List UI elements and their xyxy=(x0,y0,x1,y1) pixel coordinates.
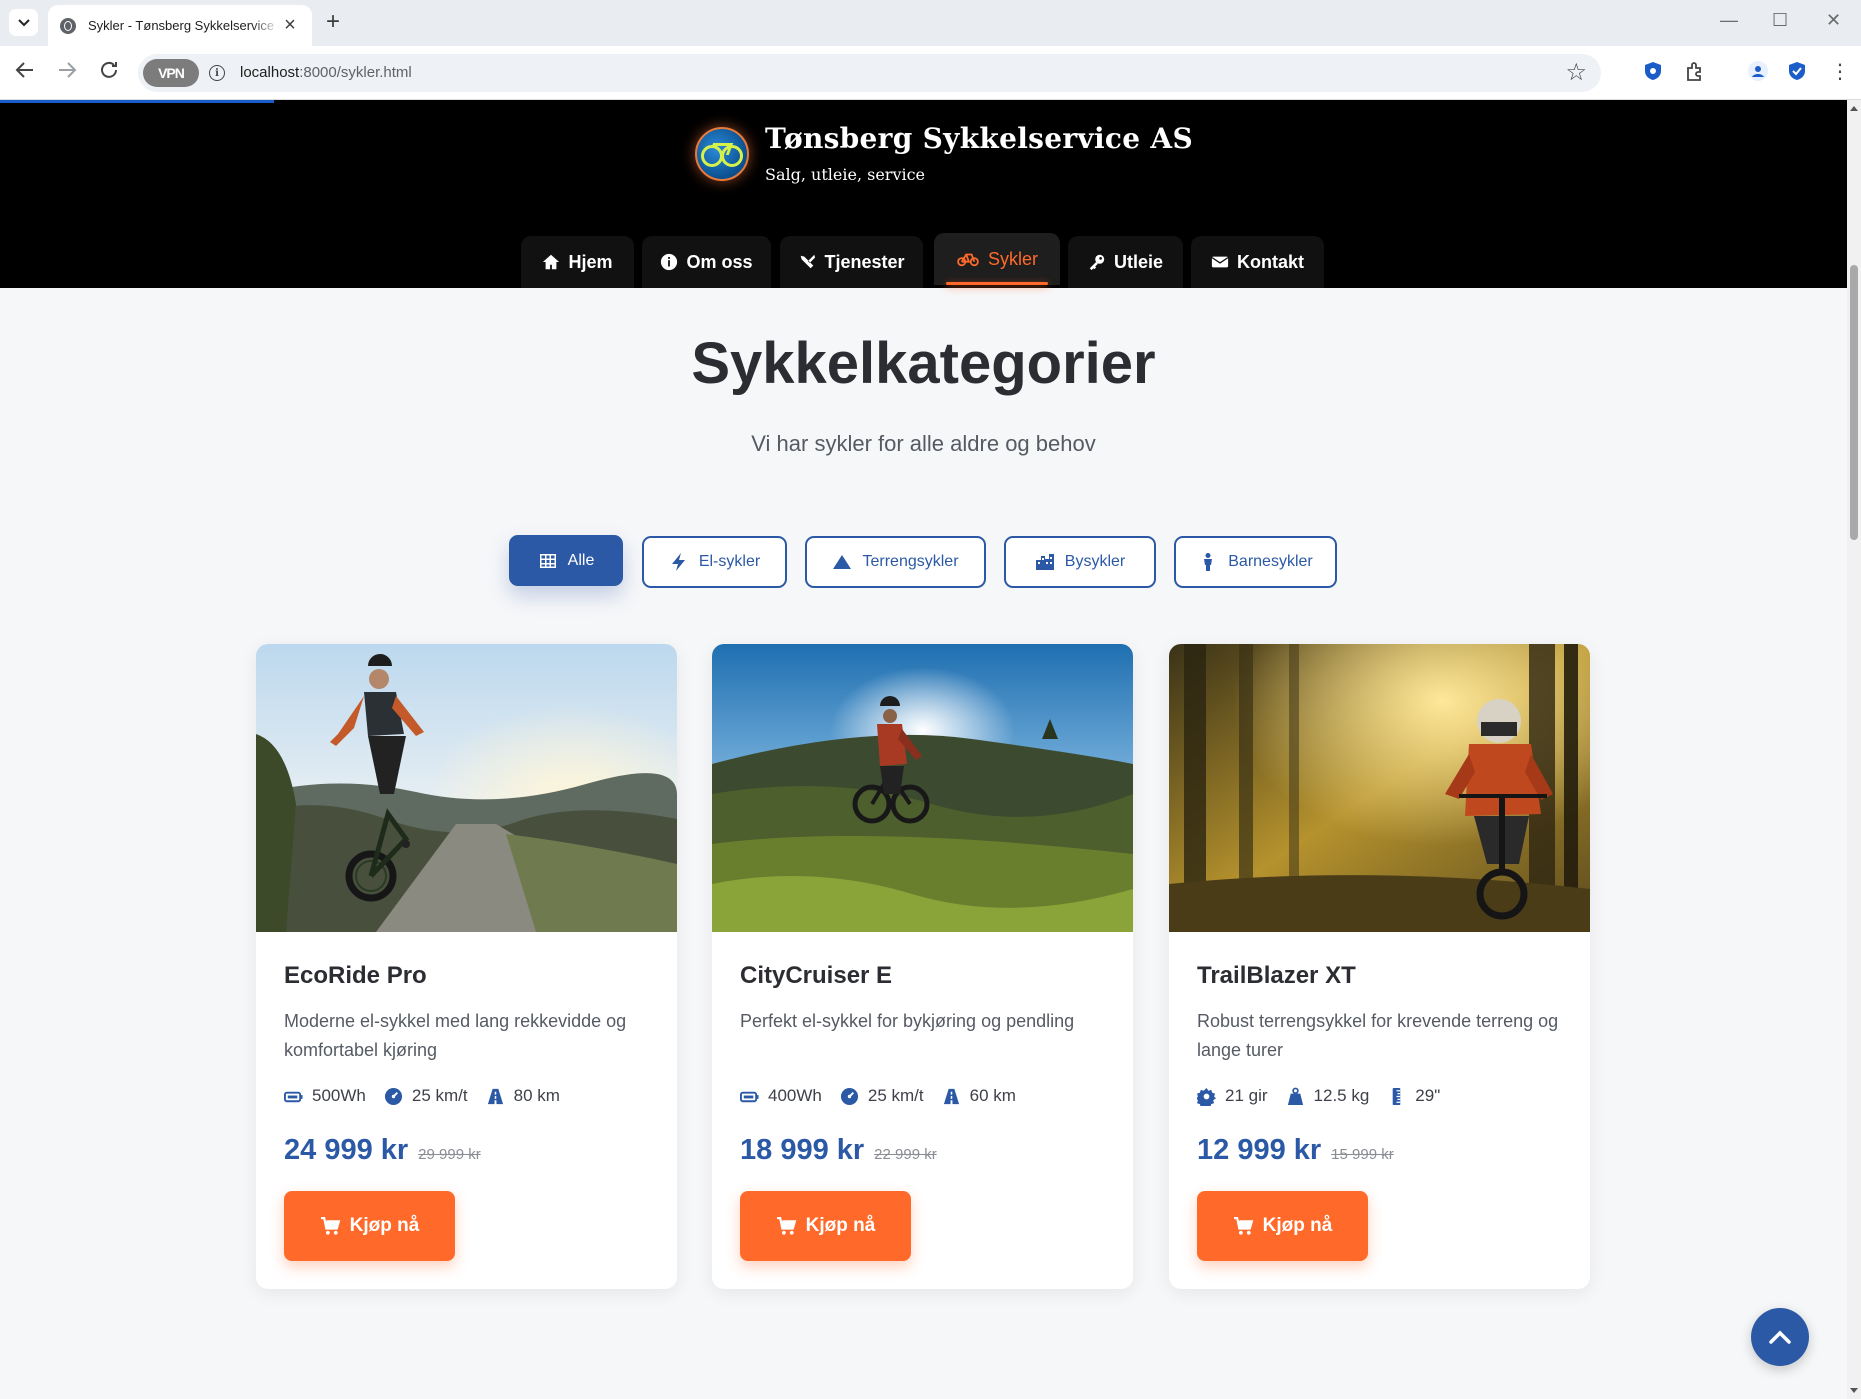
nav-sykler[interactable]: Sykler xyxy=(934,233,1060,285)
battery-icon xyxy=(740,1091,759,1102)
filter-el-sykler[interactable]: El-sykler xyxy=(642,536,787,588)
browser-tab[interactable]: Sykler - Tønsberg Sykkelservice og × xyxy=(48,5,312,46)
site-tagline: Salg, utleie, service xyxy=(765,165,926,184)
product-image-trailblazer xyxy=(1169,644,1590,932)
product-description: Moderne el-sykkel med lang rekkevidde og… xyxy=(284,1011,627,1060)
product-price: 18 999 kr 22 999 kr xyxy=(740,1134,937,1167)
maximize-icon[interactable]: ☐ xyxy=(1772,10,1788,31)
profile-icon[interactable] xyxy=(1747,60,1769,82)
gear-icon xyxy=(1197,1087,1216,1106)
browser-tab-bar: Sykler - Tønsberg Sykkelservice og × + —… xyxy=(0,0,1861,46)
scroll-down-arrow-icon[interactable] xyxy=(1850,1388,1858,1393)
nav-hjem[interactable]: Hjem xyxy=(521,236,634,288)
nav-utleie[interactable]: Utleie xyxy=(1068,236,1183,288)
close-window-icon[interactable]: ✕ xyxy=(1826,10,1841,31)
child-icon xyxy=(1204,553,1213,571)
product-specs: 500Wh 25 km/t 80 km xyxy=(284,1086,560,1106)
chevron-down-icon xyxy=(17,18,30,26)
buy-button[interactable]: Kjøp nå xyxy=(284,1191,455,1261)
bicycle-icon xyxy=(957,253,979,267)
address-bar[interactable]: VPN i localhost:8000/sykler.html ☆ xyxy=(138,54,1601,92)
tools-icon xyxy=(801,254,816,269)
shield-extension-icon[interactable] xyxy=(1642,60,1664,82)
product-card: EcoRide Pro Moderne el-sykkel med lang r… xyxy=(256,644,677,1289)
filter-bysykler[interactable]: Bysykler xyxy=(1004,536,1156,588)
cart-icon xyxy=(320,1216,340,1235)
envelope-icon xyxy=(1211,256,1229,268)
site-header: Tønsberg Sykkelservice AS Salg, utleie, … xyxy=(0,100,1847,288)
filter-alle[interactable]: Alle xyxy=(509,535,623,586)
current-price: 12 999 kr xyxy=(1197,1134,1322,1166)
filter-barnesykler[interactable]: Barnesykler xyxy=(1174,536,1337,588)
city-icon xyxy=(1035,554,1054,570)
page-scrollbar[interactable] xyxy=(1847,100,1861,1399)
chevron-up-icon xyxy=(1769,1330,1791,1344)
security-shield-icon[interactable] xyxy=(1786,60,1808,82)
globe-icon xyxy=(60,17,76,34)
back-to-top-button[interactable] xyxy=(1751,1308,1809,1366)
scroll-up-arrow-icon[interactable] xyxy=(1850,106,1858,111)
speedometer-icon xyxy=(384,1087,402,1105)
key-icon xyxy=(1089,254,1105,271)
forward-arrow-icon[interactable] xyxy=(56,59,78,87)
product-description: Robust terrengsykkel for krevende terren… xyxy=(1197,1011,1559,1060)
bicycle-logo-icon[interactable] xyxy=(695,127,749,181)
tab-search-button[interactable] xyxy=(9,9,38,36)
buy-button[interactable]: Kjøp nå xyxy=(740,1191,911,1261)
speedometer-icon xyxy=(840,1087,858,1105)
site-info-icon[interactable]: i xyxy=(209,65,225,81)
filter-terrengsykler[interactable]: Terrengsykler xyxy=(805,536,986,588)
browser-toolbar: VPN i localhost:8000/sykler.html ☆ ⋮ xyxy=(0,46,1861,100)
road-icon xyxy=(943,1088,959,1104)
mountain-icon xyxy=(833,555,852,569)
new-tab-button[interactable]: + xyxy=(326,8,340,36)
close-tab-icon[interactable]: × xyxy=(280,14,300,37)
road-icon xyxy=(487,1088,503,1104)
info-circle-icon xyxy=(661,253,678,271)
product-price: 12 999 kr 15 999 kr xyxy=(1197,1134,1394,1167)
reload-icon[interactable] xyxy=(98,59,120,87)
battery-icon xyxy=(284,1091,303,1102)
weight-icon xyxy=(1287,1087,1303,1105)
page-load-progress xyxy=(0,100,274,103)
back-arrow-icon[interactable] xyxy=(14,59,36,87)
product-specs: 21 gir 12.5 kg 29" xyxy=(1197,1086,1440,1106)
product-card: TrailBlazer XT Robust terrengsykkel for … xyxy=(1169,644,1590,1289)
grid-icon xyxy=(539,553,556,568)
old-price: 22 999 kr xyxy=(874,1146,937,1163)
product-image-citycruiser xyxy=(712,644,1133,932)
site-name[interactable]: Tønsberg Sykkelservice AS xyxy=(765,122,1193,155)
section-title: Sykkelkategorier xyxy=(691,331,1156,396)
minimize-icon[interactable]: — xyxy=(1720,10,1738,31)
product-name[interactable]: CityCruiser E xyxy=(740,962,892,990)
nav-om-oss[interactable]: Om oss xyxy=(642,236,771,288)
cart-icon xyxy=(776,1216,796,1235)
nav-kontakt[interactable]: Kontakt xyxy=(1191,236,1324,288)
vpn-badge[interactable]: VPN xyxy=(143,59,199,87)
nav-tjenester[interactable]: Tjenester xyxy=(780,236,923,288)
old-price: 29 999 kr xyxy=(418,1146,481,1163)
puzzle-extensions-icon[interactable] xyxy=(1684,60,1706,82)
product-description: Perfekt el-sykkel for bykjøring og pendl… xyxy=(740,1011,1075,1031)
bookmark-star-icon[interactable]: ☆ xyxy=(1565,58,1587,87)
current-price: 24 999 kr xyxy=(284,1134,409,1166)
product-card: CityCruiser E Perfekt el-sykkel for bykj… xyxy=(712,644,1133,1289)
tab-title: Sykler - Tønsberg Sykkelservice og xyxy=(88,18,280,33)
product-specs: 400Wh 25 km/t 60 km xyxy=(740,1086,1016,1106)
ruler-icon xyxy=(1392,1087,1401,1105)
product-price: 24 999 kr 29 999 kr xyxy=(284,1134,481,1167)
product-name[interactable]: EcoRide Pro xyxy=(284,962,427,990)
product-image-ecoride xyxy=(256,644,677,932)
browser-menu-icon[interactable]: ⋮ xyxy=(1830,59,1850,84)
cart-icon xyxy=(1233,1216,1253,1235)
old-price: 15 999 kr xyxy=(1331,1146,1394,1163)
bolt-icon xyxy=(671,553,685,571)
home-icon xyxy=(543,254,560,270)
buy-button[interactable]: Kjøp nå xyxy=(1197,1191,1368,1261)
url-text[interactable]: localhost:8000/sykler.html xyxy=(240,64,412,81)
product-name[interactable]: TrailBlazer XT xyxy=(1197,962,1356,990)
scrollbar-thumb[interactable] xyxy=(1850,265,1858,540)
section-subtitle: Vi har sykler for alle aldre og behov xyxy=(751,431,1096,456)
current-price: 18 999 kr xyxy=(740,1134,865,1166)
